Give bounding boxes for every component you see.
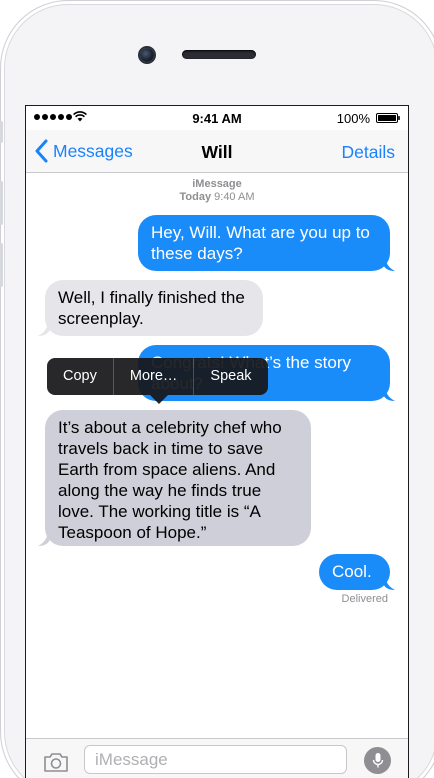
message-text: Cool.: [332, 562, 372, 581]
service-label: iMessage: [192, 178, 242, 190]
battery-icon: [376, 113, 400, 123]
mute-switch: [0, 121, 3, 143]
microphone-icon: [372, 752, 383, 767]
context-menu-arrow: [150, 395, 168, 404]
menu-item-copy[interactable]: Copy: [47, 358, 113, 395]
thread-date-day: Today: [179, 191, 212, 203]
delivery-status: Delivered: [341, 593, 388, 605]
message-text: Well, I finally finished the screenplay.: [58, 288, 245, 328]
thread-date-time: 9:40 AM: [214, 191, 255, 203]
message-bubble-outgoing[interactable]: Hey, Will. What are you up to these days…: [138, 215, 390, 271]
message-input[interactable]: [84, 745, 347, 774]
bubble-tail: [383, 255, 395, 271]
volume-down-button: [0, 243, 3, 287]
message-text: Hey, Will. What are you up to these days…: [151, 223, 370, 263]
screen: 9:41 AM 100% Messages Will Details iMess…: [25, 105, 409, 778]
bubble-tail: [383, 574, 395, 590]
battery-percentage: 100%: [336, 111, 370, 126]
menu-item-speak[interactable]: Speak: [194, 358, 267, 395]
status-bar: 9:41 AM 100%: [26, 106, 408, 130]
menu-item-more[interactable]: More…: [114, 358, 194, 395]
volume-up-button: [0, 181, 3, 225]
bubble-tail: [38, 320, 50, 336]
message-bubble-outgoing[interactable]: Cool.: [319, 554, 390, 590]
bubble-tail: [383, 385, 395, 401]
back-button[interactable]: Messages: [34, 136, 133, 166]
thread-header: iMessage Today 9:40 AM: [26, 178, 408, 204]
front-camera-icon: [140, 48, 154, 62]
earpiece-speaker: [182, 50, 256, 59]
context-menu: Copy More… Speak: [47, 358, 268, 395]
navigation-bar: Messages Will Details: [26, 130, 408, 173]
details-button[interactable]: Details: [342, 142, 396, 163]
thread-date: Today 9:40 AM: [26, 191, 408, 204]
bubble-tail: [38, 530, 50, 546]
message-bubble-incoming[interactable]: Well, I finally finished the screenplay.: [45, 280, 263, 336]
message-text: It’s about a celebrity chef who travels …: [58, 418, 282, 542]
back-button-label: Messages: [53, 140, 133, 161]
camera-icon[interactable]: [43, 751, 69, 773]
message-bubble-incoming-selected[interactable]: It’s about a celebrity chef who travels …: [45, 410, 311, 546]
chevron-left-icon: [35, 139, 48, 163]
microphone-button[interactable]: [364, 747, 391, 774]
message-input-bar: [26, 738, 408, 778]
iphone-frame: 9:41 AM 100% Messages Will Details iMess…: [0, 0, 434, 778]
